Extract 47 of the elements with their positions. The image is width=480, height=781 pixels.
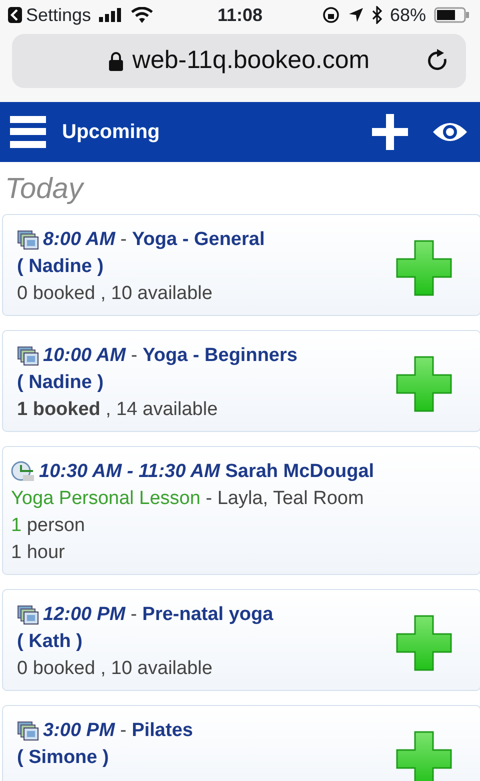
add-button[interactable] — [372, 114, 408, 150]
instructor-name: ( Kath ) — [17, 630, 84, 654]
menu-button[interactable] — [10, 116, 46, 148]
add-booking-button[interactable] — [396, 615, 452, 671]
event-card[interactable]: 12:00 PM - Pre-natal yoga ( Kath ) 0 booked , 10 available — [2, 589, 480, 691]
battery-icon — [434, 7, 470, 23]
event-title: 12:00 PM - Pre-natal yoga — [43, 603, 274, 627]
duration-text: 1 hour — [11, 541, 66, 565]
event-title: 10:00 AM - Yoga - Beginners — [43, 344, 298, 368]
page-title: Upcoming — [62, 120, 160, 145]
calendar-icon — [17, 230, 39, 250]
calendar-icon — [17, 720, 39, 740]
battery-percent: 68% — [390, 4, 426, 26]
booking-title: 10:30 AM - 11:30 AM Sarah McDougal — [39, 460, 374, 484]
url-text: web-11q.bookeo.com — [132, 45, 370, 76]
event-card[interactable]: 10:00 AM - Yoga - Beginners ( Nadine ) 1 booked , 14 available — [2, 330, 480, 432]
instructor-name: ( Nadine ) — [17, 255, 105, 279]
add-booking-button[interactable] — [396, 356, 452, 412]
add-booking-button[interactable] — [396, 731, 452, 781]
event-card[interactable]: 8:00 AM - Yoga - General ( Nadine ) 0 booked , 10 available — [2, 214, 480, 316]
section-heading: Today — [4, 172, 86, 207]
event-title: 8:00 AM - Yoga - General — [43, 228, 265, 252]
availability-text: 0 booked , 10 available — [17, 282, 214, 306]
calendar-icon — [17, 604, 39, 624]
event-card[interactable]: 3:00 PM - Pilates ( Simone ) — [2, 705, 480, 781]
booking-details: Yoga Personal Lesson - Layla, Teal Room — [11, 487, 365, 511]
add-booking-button[interactable] — [396, 240, 452, 296]
view-button[interactable] — [432, 120, 468, 144]
participant-count: 1 person — [11, 514, 86, 538]
calendar-icon — [17, 346, 39, 366]
rotation-lock-icon — [322, 6, 340, 24]
availability-text: 1 booked , 14 available — [17, 398, 219, 422]
signal-icon — [99, 8, 124, 22]
clock-icon — [11, 460, 35, 482]
instructor-name: ( Simone ) — [17, 746, 110, 770]
back-to-app-link[interactable]: Settings — [8, 2, 92, 28]
instructor-name: ( Nadine ) — [17, 371, 105, 395]
clock-time: 11:08 — [217, 4, 263, 26]
back-icon — [8, 7, 22, 23]
wifi-icon — [131, 7, 154, 23]
event-title: 3:00 PM - Pilates — [43, 719, 193, 743]
bluetooth-icon — [372, 6, 382, 24]
availability-text: 0 booked , 10 available — [17, 657, 214, 681]
location-icon — [348, 7, 364, 23]
address-bar[interactable]: web-11q.bookeo.com — [12, 34, 466, 88]
lock-icon — [108, 51, 124, 71]
event-card[interactable]: 10:30 AM - 11:30 AM Sarah McDougal Yoga Personal Lesson - Layla, Teal Room 1 person 1 hour — [2, 446, 480, 575]
